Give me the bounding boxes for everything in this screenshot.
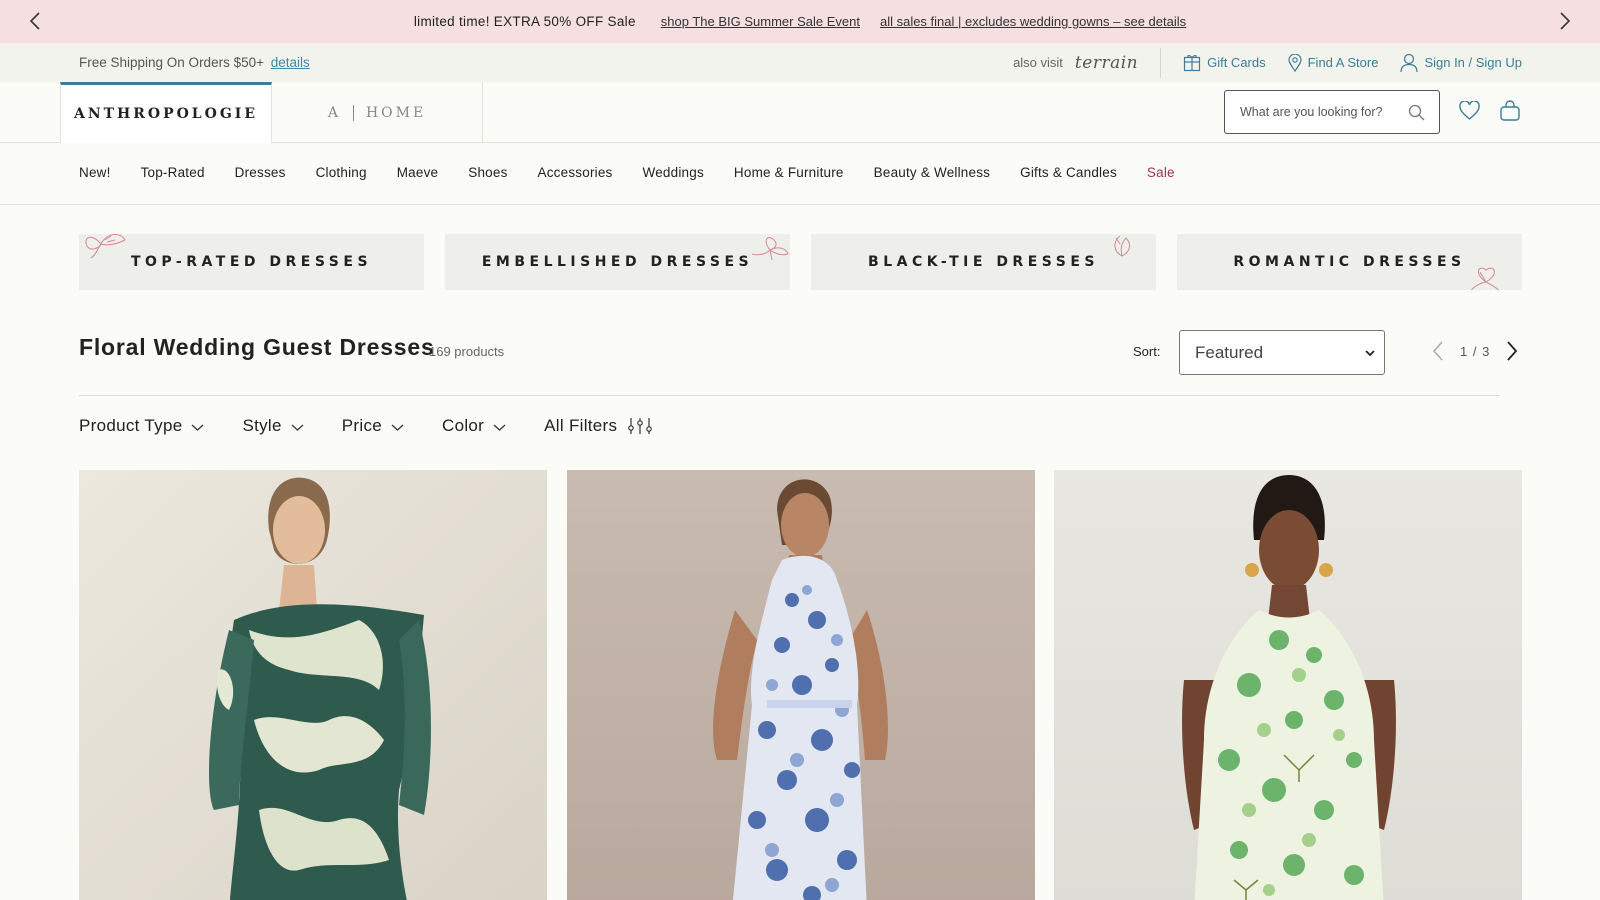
gift-cards-label: Gift Cards <box>1207 55 1266 70</box>
listing-header: Floral Wedding Guest Dresses 169 product… <box>79 330 1522 376</box>
utility-bar: Free Shipping On Orders $50+ details als… <box>0 43 1600 82</box>
home-logo-a: A <box>327 104 341 121</box>
page-title: Floral Wedding Guest Dresses <box>79 334 435 360</box>
sort-value: Featured <box>1195 342 1264 362</box>
tile-label: TOP-RATED DRESSES <box>130 254 373 270</box>
anthro-home-logo: A HOME <box>327 104 427 121</box>
utility-links: also visit terrain Gift Cards Find A Sto… <box>1013 43 1522 82</box>
tile-label: ROMANTIC DRESSES <box>1233 254 1466 270</box>
filter-style[interactable]: Style <box>242 416 304 436</box>
main-navigation: New! Top-Rated Dresses Clothing Maeve Sh… <box>0 143 1600 205</box>
nav-item-sale[interactable]: Sale <box>1147 165 1175 180</box>
sort-label: Sort: <box>1133 344 1161 359</box>
nav-item-new[interactable]: New! <box>79 165 111 180</box>
find-store-link[interactable]: Find A Store <box>1288 53 1379 72</box>
shipping-notice: Free Shipping On Orders $50+ details <box>79 55 310 70</box>
also-visit-label: also visit <box>1013 55 1063 70</box>
sliders-icon <box>628 418 653 434</box>
flower-decoration-icon <box>751 237 789 261</box>
chevron-down-icon <box>493 424 506 431</box>
product-image-green-floral-dress-icon <box>1054 470 1522 900</box>
filter-label: Color <box>442 416 485 435</box>
tile-top-rated-dresses[interactable]: TOP-RATED DRESSES <box>79 234 424 290</box>
nav-item-dresses[interactable]: Dresses <box>235 165 286 180</box>
product-image-blue-floral-dress-icon <box>566 470 1035 900</box>
sign-in-link[interactable]: Sign In / Sign Up <box>1400 53 1522 73</box>
tile-label: EMBELLISHED DRESSES <box>481 254 754 270</box>
nav-item-gifts-candles[interactable]: Gifts & Candles <box>1020 165 1117 180</box>
terrain-logo-link[interactable]: terrain <box>1075 47 1162 78</box>
promo-sale-link[interactable]: shop The BIG Summer Sale Event <box>661 14 860 29</box>
chevron-down-icon <box>192 424 204 431</box>
filter-all-filters[interactable]: All Filters <box>544 416 653 436</box>
page-indicator: 1 / 3 <box>1460 343 1491 359</box>
chevron-down-icon <box>1365 350 1375 357</box>
pagination: 1 / 3 <box>1430 340 1520 362</box>
search-icon[interactable] <box>1408 104 1425 121</box>
filter-color[interactable]: Color <box>442 416 506 436</box>
filter-label: Style <box>242 416 282 435</box>
filter-label: Price <box>341 416 382 435</box>
tile-embellished-dresses[interactable]: EMBELLISHED DRESSES <box>445 234 790 290</box>
nav-item-accessories[interactable]: Accessories <box>538 165 613 180</box>
category-tiles: TOP-RATED DRESSES EMBELLISHED DRESSES BL… <box>79 234 1522 290</box>
wishlist-heart-icon[interactable] <box>1459 101 1480 121</box>
tile-romantic-dresses[interactable]: ROMANTIC DRESSES <box>1177 234 1522 290</box>
search-input[interactable]: What are you looking for? <box>1224 90 1440 134</box>
filter-product-type[interactable]: Product Type <box>79 416 204 436</box>
filter-price[interactable]: Price <box>342 416 404 436</box>
nav-item-home-furniture[interactable]: Home & Furniture <box>734 165 844 180</box>
flower-decoration-icon <box>1114 235 1130 257</box>
sort-dropdown[interactable]: Featured <box>1179 330 1385 375</box>
promo-banner: limited time! EXTRA 50% OFF Sale shop Th… <box>0 0 1600 43</box>
product-image-green-abstract-dress-icon <box>79 470 547 900</box>
user-icon <box>1400 53 1419 72</box>
chevron-right-icon[interactable] <box>1553 10 1575 32</box>
product-card[interactable] <box>1054 470 1522 900</box>
anthropologie-logo: ANTHROPOLOGIE <box>73 106 259 122</box>
shipping-text: Free Shipping On Orders $50+ <box>79 55 264 70</box>
promo-message: limited time! EXTRA 50% OFF Sale <box>413 14 636 29</box>
product-grid <box>79 470 1522 900</box>
promo-line: limited time! EXTRA 50% OFF Sale shop Th… <box>0 0 1600 43</box>
site-header: ANTHROPOLOGIE A HOME What are you lookin… <box>0 82 1600 143</box>
flower-decoration-icon <box>85 234 126 259</box>
divider <box>79 395 1500 396</box>
home-logo-word: HOME <box>365 104 427 121</box>
anthropologie-logo-tab[interactable]: ANTHROPOLOGIE <box>60 82 272 143</box>
anthro-home-logo-tab[interactable]: A HOME <box>272 82 483 143</box>
flower-decoration-icon <box>1470 267 1500 290</box>
nav-item-shoes[interactable]: Shoes <box>468 165 507 180</box>
nav-item-maeve[interactable]: Maeve <box>397 165 439 180</box>
filter-label: All Filters <box>544 416 618 435</box>
home-logo-divider <box>352 104 354 121</box>
filter-label: Product Type <box>79 416 183 435</box>
previous-page-icon[interactable] <box>1430 340 1446 362</box>
nav-item-beauty-wellness[interactable]: Beauty & Wellness <box>874 165 990 180</box>
tile-black-tie-dresses[interactable]: BLACK-TIE DRESSES <box>811 234 1156 290</box>
product-card[interactable] <box>79 470 547 900</box>
search-placeholder: What are you looking for? <box>1240 105 1383 119</box>
product-count: 169 products <box>429 344 505 359</box>
find-store-label: Find A Store <box>1307 55 1379 70</box>
gift-icon <box>1183 54 1201 71</box>
nav-item-top-rated[interactable]: Top-Rated <box>141 165 205 180</box>
nav-item-weddings[interactable]: Weddings <box>643 165 704 180</box>
location-pin-icon <box>1288 53 1302 72</box>
chevron-down-icon <box>391 424 404 431</box>
chevron-down-icon <box>291 424 304 431</box>
product-card[interactable] <box>566 470 1035 900</box>
filter-bar: Product Type Style Price Color All Filte… <box>79 416 691 436</box>
gift-cards-link[interactable]: Gift Cards <box>1183 54 1266 72</box>
promo-details-link[interactable]: all sales final | excludes wedding gowns… <box>880 14 1186 29</box>
next-page-icon[interactable] <box>1504 340 1520 362</box>
sign-in-label: Sign In / Sign Up <box>1424 55 1522 70</box>
shopping-bag-icon[interactable] <box>1499 100 1521 122</box>
nav-item-clothing[interactable]: Clothing <box>316 165 367 180</box>
shipping-details-link[interactable]: details <box>271 55 310 70</box>
tile-label: BLACK-TIE DRESSES <box>868 254 1099 270</box>
